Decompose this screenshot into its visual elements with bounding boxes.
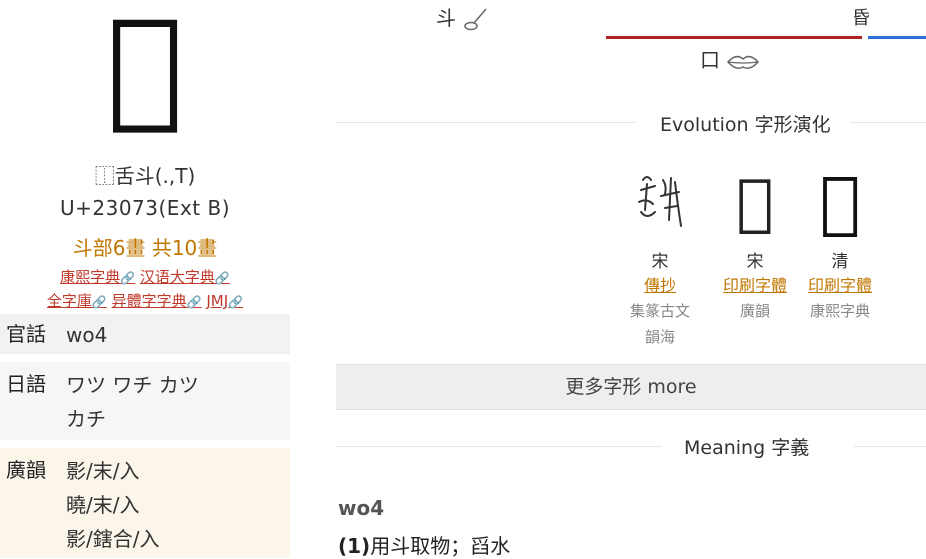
meaning-definition: (1)用斗取物；舀水	[338, 534, 511, 558]
evolution-column[interactable]: 宋 傳抄 集篆古文 韻海	[605, 160, 715, 350]
hanyu-dict-link[interactable]: 汉语大字典	[140, 268, 215, 286]
divider	[850, 122, 926, 123]
reading-row-guangyun: 廣韻 影/末/入 曉/末/入 影/鎋合/入	[0, 448, 290, 558]
external-link-icon: 🔗	[228, 295, 244, 309]
reading-label: 日語	[6, 372, 46, 396]
component-dou: 斗	[436, 2, 488, 33]
meaning-pinyin: wo4	[338, 496, 385, 520]
reading-value: wo4	[66, 323, 108, 347]
radical-stroke-count: 斗部6畫 共10畫	[72, 236, 218, 260]
print-glyph-qing: 𣂓	[819, 162, 861, 242]
tab-indicator	[868, 36, 926, 39]
reading-value: 影/末/入 曉/末/入 影/鎋合/入	[66, 459, 160, 551]
tab-hun[interactable]: 昏	[852, 4, 870, 30]
variant-dict-link[interactable]: 异體字字典	[112, 292, 187, 310]
reading-row-japanese: 日語 ワツ ワチ カツ カチ	[0, 362, 290, 440]
evolution-title: Evolution 字形演化	[660, 114, 831, 136]
jmj-link[interactable]: JMJ	[206, 292, 228, 310]
dict-links-row-1: 康熙字典🔗 汉语大字典🔗	[0, 266, 290, 287]
character-info-panel: 𣂓 ⿰舌斗(.,T) U+23073(Ext B) 斗部6畫 共10畫 康熙字典…	[0, 0, 290, 558]
reading-row-mandarin: 官話 wo4	[0, 314, 290, 354]
ids-decomposition: ⿰舌斗(.,T)	[94, 164, 196, 188]
active-tab-indicator	[606, 36, 862, 39]
divider	[854, 446, 926, 447]
external-link-icon: 🔗	[120, 271, 136, 285]
component-kou: 口	[700, 44, 760, 73]
meaning-title: Meaning 字義	[684, 437, 810, 459]
evolution-column[interactable]: 𣂓 清 印刷字體 康熙字典	[785, 160, 895, 324]
seal-script-glyph	[605, 160, 715, 250]
reading-label: 官話	[6, 322, 46, 346]
kangxi-dict-link[interactable]: 康熙字典	[60, 268, 120, 286]
reading-value: ワツ ワチ カツ カチ	[66, 373, 199, 431]
external-link-icon: 🔗	[186, 295, 202, 309]
external-link-icon: 🔗	[91, 295, 107, 309]
reading-label: 廣韻	[6, 458, 46, 482]
lips-icon	[727, 55, 760, 69]
external-link-icon: 🔗	[214, 271, 230, 285]
divider	[336, 446, 662, 447]
character-glyph: 𣂓	[106, 0, 184, 141]
divider	[336, 122, 636, 123]
quanziku-link[interactable]: 全字庫	[47, 292, 92, 310]
character-detail-panel: 斗 昏 口 Evolution 字形演化 宋 傳抄 集篆古文 韻海 𣂓 宋 印刷…	[320, 0, 926, 558]
unicode-code: U+23073(Ext B)	[59, 196, 231, 220]
ladle-icon	[464, 8, 487, 30]
dict-links-row-2: 全字庫🔗 异體字字典🔗 JMJ🔗	[0, 290, 290, 311]
more-glyphs-button[interactable]: 更多字形 more	[336, 364, 926, 410]
